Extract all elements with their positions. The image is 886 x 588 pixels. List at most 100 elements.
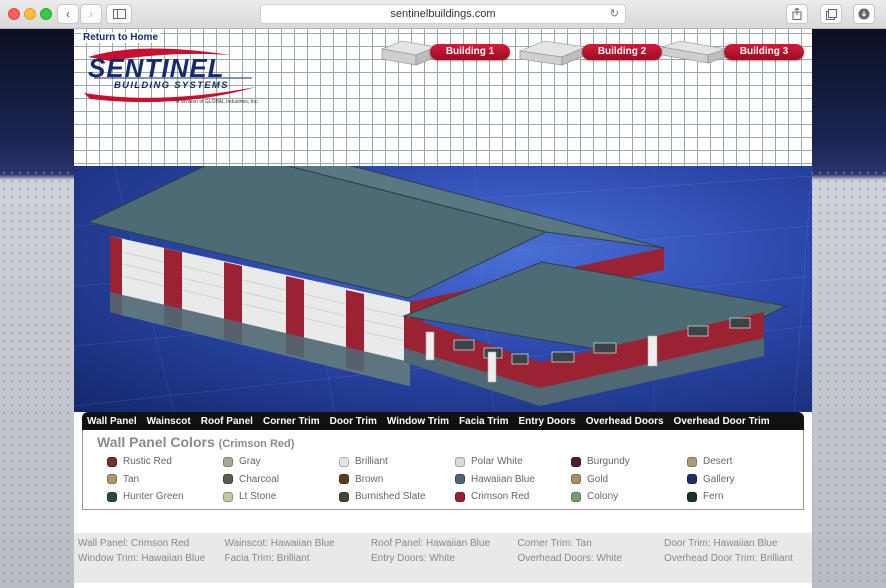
- tabs-icon: [825, 8, 837, 20]
- color-name: Desert: [703, 456, 733, 467]
- color-name: Rustic Red: [123, 456, 172, 467]
- selected-color-label: (Crimson Red): [218, 438, 295, 450]
- summary-item: Entry Doors: White: [371, 553, 455, 564]
- color-swatch-option[interactable]: Tan: [107, 474, 139, 485]
- download-icon: [858, 8, 870, 20]
- color-swatch-option[interactable]: Brown: [339, 474, 383, 485]
- tab-overhead-door-trim[interactable]: Overhead Door Trim: [669, 416, 775, 427]
- color-swatch-option[interactable]: Gold: [571, 474, 608, 485]
- building-rendering: [74, 166, 812, 412]
- color-chip: [223, 456, 233, 467]
- color-swatch-option[interactable]: Burgundy: [571, 456, 630, 467]
- component-tabs: Wall Panel Wainscot Roof Panel Corner Tr…: [82, 412, 804, 430]
- chevron-left-icon: ‹: [66, 7, 70, 21]
- color-chip: [455, 474, 465, 484]
- panel-title-text: Wall Panel Colors: [97, 434, 215, 450]
- color-swatch-option[interactable]: Desert: [687, 456, 732, 467]
- return-home-link[interactable]: Return to Home: [81, 32, 160, 43]
- color-name: Lt Stone: [239, 491, 277, 502]
- color-name: Colony: [587, 491, 619, 502]
- sentinel-logo[interactable]: SENTINEL BUILDING SYSTEMS A Division of …: [80, 47, 260, 119]
- tab-window-trim[interactable]: Window Trim: [382, 416, 454, 427]
- color-swatch-option[interactable]: Polar White: [455, 456, 523, 467]
- building-3-button[interactable]: Building 3: [660, 39, 804, 67]
- tab-corner-trim[interactable]: Corner Trim: [258, 416, 325, 427]
- color-swatch-option[interactable]: Crimson Red: [455, 491, 529, 502]
- color-swatch-option[interactable]: Rustic Red: [107, 456, 172, 467]
- color-name: Brilliant: [355, 456, 388, 467]
- zoom-window-button[interactable]: [40, 8, 52, 20]
- tab-wall-panel[interactable]: Wall Panel: [82, 416, 142, 427]
- color-chip: [687, 456, 697, 467]
- summary-item: Facia Trim: Brilliant: [224, 553, 310, 564]
- color-chip: [339, 491, 349, 502]
- color-chip: [223, 474, 233, 484]
- building-2-label: Building 2: [582, 44, 662, 60]
- building-3-label: Building 3: [724, 44, 804, 60]
- summary-item: Door Trim: Hawaiian Blue: [664, 538, 778, 549]
- summary-item: Roof Panel: Hawaiian Blue: [371, 538, 490, 549]
- color-swatch-option[interactable]: Colony: [571, 491, 618, 502]
- color-chip: [571, 474, 581, 484]
- color-swatch-option[interactable]: Charcoal: [223, 474, 279, 485]
- forward-button[interactable]: ›: [80, 4, 102, 24]
- tab-entry-doors[interactable]: Entry Doors: [514, 416, 581, 427]
- color-swatch-option[interactable]: Fern: [687, 491, 724, 502]
- color-name: Brown: [355, 473, 384, 485]
- color-swatch-option[interactable]: Gallery: [687, 474, 735, 485]
- share-button[interactable]: [786, 4, 808, 24]
- color-chip: [687, 474, 697, 484]
- color-chip: [455, 456, 465, 467]
- color-name: Gallery: [703, 473, 735, 485]
- color-name: Burgundy: [587, 456, 630, 467]
- tab-roof-panel[interactable]: Roof Panel: [196, 416, 258, 427]
- color-name: Polar White: [471, 456, 523, 467]
- sidebar-button[interactable]: [106, 4, 132, 24]
- color-swatch-option[interactable]: Brilliant: [339, 456, 388, 467]
- color-name: Hawaiian Blue: [471, 473, 535, 485]
- back-button[interactable]: ‹: [57, 4, 79, 24]
- color-chip: [571, 456, 581, 467]
- color-chip: [687, 491, 697, 502]
- reload-icon[interactable]: ↻: [610, 5, 619, 23]
- color-swatch-option[interactable]: Burnished Slate: [339, 491, 426, 502]
- color-chip: [107, 456, 117, 467]
- color-chip: [107, 474, 117, 484]
- building-2-button[interactable]: Building 2: [518, 39, 662, 67]
- tab-wainscot[interactable]: Wainscot: [142, 416, 196, 427]
- color-chip: [223, 491, 233, 502]
- tab-facia-trim[interactable]: Facia Trim: [454, 416, 513, 427]
- color-picker-panel: Wall Panel Colors (Crimson Red) Rustic R…: [82, 430, 804, 510]
- color-name: Crimson Red: [471, 491, 530, 502]
- building-1-label: Building 1: [430, 44, 510, 60]
- share-icon: [792, 8, 802, 20]
- browser-toolbar: ‹ › sentinelbuildings.com ↻: [0, 0, 886, 29]
- tab-door-trim[interactable]: Door Trim: [325, 416, 382, 427]
- color-chip: [571, 491, 581, 502]
- color-chip: [339, 456, 349, 467]
- address-bar[interactable]: sentinelbuildings.com ↻: [260, 4, 626, 24]
- panel-title: Wall Panel Colors (Crimson Red): [97, 434, 294, 450]
- downloads-button[interactable]: [853, 4, 875, 24]
- color-name: Burnished Slate: [355, 491, 426, 502]
- summary-item: Wainscot: Hawaiian Blue: [224, 538, 335, 549]
- close-window-button[interactable]: [8, 8, 20, 20]
- summary-item: Overhead Door Trim: Brilliant: [664, 553, 793, 564]
- color-swatch-option[interactable]: Gray: [223, 456, 261, 467]
- summary-item: Overhead Doors: White: [517, 553, 623, 564]
- tab-overhead-doors[interactable]: Overhead Doors: [581, 416, 669, 427]
- building-preview: [74, 166, 812, 412]
- tabs-overview-button[interactable]: [820, 4, 842, 24]
- minimize-window-button[interactable]: [24, 8, 36, 20]
- color-swatch-option[interactable]: Hunter Green: [107, 491, 184, 502]
- building-1-button[interactable]: Building 1: [380, 39, 510, 67]
- logo-division-text: A Division of GLOBAL Industries, Inc.: [176, 99, 259, 105]
- selection-summary: Wall Panel: Crimson Red Window Trim: Hawa…: [74, 533, 812, 583]
- color-swatch-option[interactable]: Lt Stone: [223, 491, 276, 502]
- color-name: Gray: [239, 456, 261, 467]
- url-text: sentinelbuildings.com: [390, 8, 496, 20]
- color-name: Gold: [587, 473, 609, 485]
- color-swatch-option[interactable]: Hawaiian Blue: [455, 474, 535, 485]
- building-thumbnail-icon: [518, 40, 588, 66]
- summary-item: Window Trim: Hawaiian Blue: [78, 553, 206, 564]
